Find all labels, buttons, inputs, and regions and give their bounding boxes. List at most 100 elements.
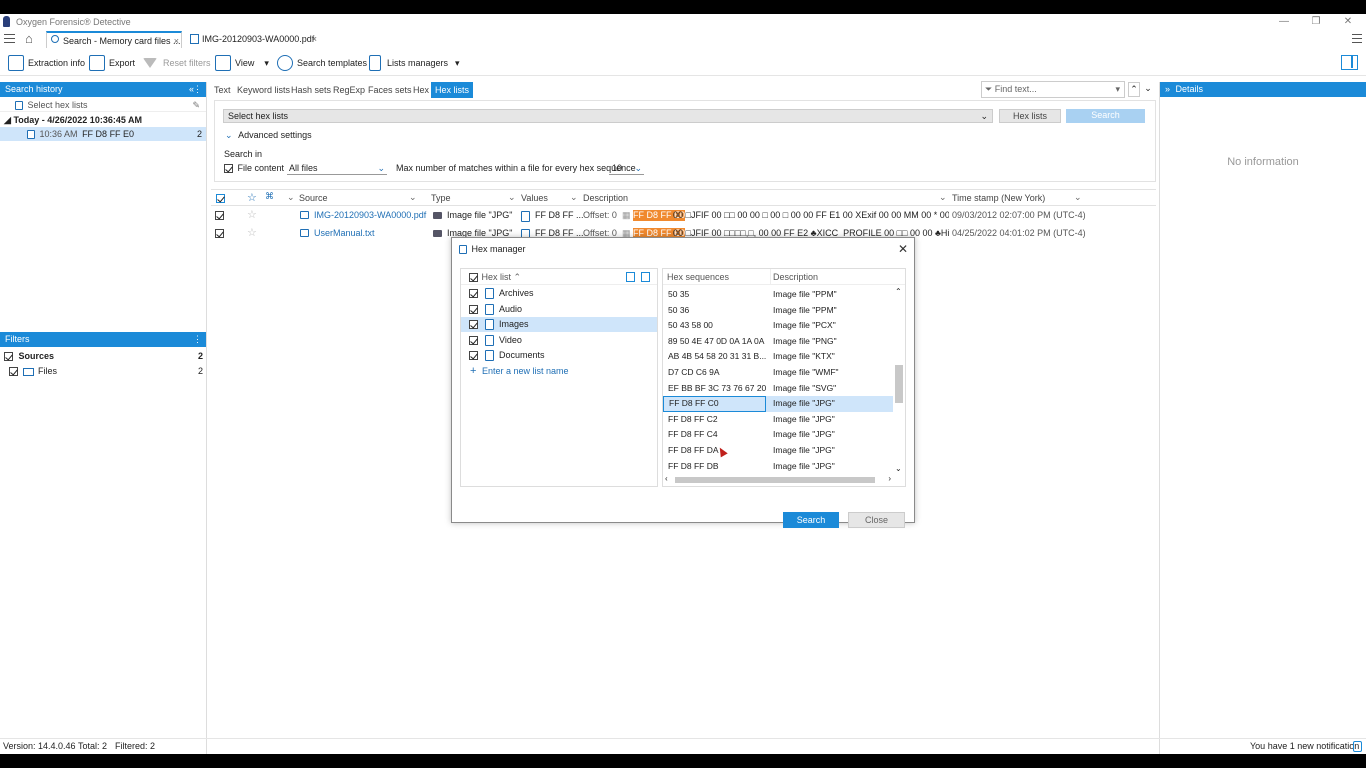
sequence-row[interactable]: D7 CD C6 9A Image file "WMF" [663, 365, 893, 381]
file-content-checkbox[interactable] [224, 164, 233, 174]
close-window-icon[interactable]: ✕ [1341, 15, 1355, 29]
reset-filters-button[interactable]: Reset filters [143, 54, 211, 72]
tab-text[interactable]: Text [214, 82, 231, 98]
list-checkbox[interactable] [469, 336, 478, 346]
list-item-video[interactable]: Video [469, 333, 659, 348]
scroll-right-icon[interactable]: › [888, 474, 891, 483]
col-timestamp[interactable]: Time stamp (New York) [952, 191, 1045, 206]
files-checkbox[interactable] [9, 367, 18, 377]
panel-layout-icon[interactable] [1341, 55, 1358, 70]
col-hex-sequences[interactable]: Hex sequences [667, 269, 729, 285]
row-checkbox[interactable] [215, 211, 224, 220]
col-seq-description[interactable]: Description [770, 269, 818, 285]
list-checkbox[interactable] [469, 289, 478, 299]
home-icon[interactable]: ⌂ [25, 32, 33, 45]
sequence-row[interactable]: AB 4B 54 58 20 31 31 B... Image file "KTX… [663, 349, 893, 365]
expand-icon[interactable]: ◢ [4, 115, 11, 125]
chevron-down-icon[interactable]: ⌄ [409, 192, 417, 203]
max-matches-dropdown[interactable]: 10 ⌄ [609, 161, 644, 175]
lists-managers-button[interactable]: Lists managers ▾ [369, 54, 460, 72]
view-button[interactable]: View ▾ [215, 54, 269, 72]
sequence-row[interactable]: FF D8 FF C4 Image file "JPG" [663, 427, 893, 443]
search-button[interactable]: Search [1066, 109, 1145, 123]
select-hex-lists-row[interactable]: Select hex lists ✎ [0, 98, 206, 112]
hex-lists-button[interactable]: Hex lists [999, 109, 1061, 123]
scroll-up-icon[interactable]: ⌃ [895, 287, 902, 296]
horizontal-scrollbar[interactable]: ‹ › [665, 474, 893, 485]
search-templates-button[interactable]: Search templates [277, 54, 367, 72]
tab-search[interactable]: Search - Memory card files ... × [46, 31, 182, 48]
list-item-archives[interactable]: Archives [469, 286, 659, 301]
tab-pdf[interactable]: IMG-20120903-WA0000.pdf × [186, 31, 321, 48]
chevron-down-icon[interactable]: ⌄ [1074, 192, 1082, 203]
sequence-row[interactable]: 89 50 4E 47 0D 0A 1A 0A Image file "PNG" [663, 334, 893, 350]
col-values[interactable]: Values [521, 191, 548, 206]
sequence-row-selected[interactable]: FF D8 FF C0 Image file "JPG" [663, 396, 893, 412]
select-hex-lists-dropdown[interactable]: Select hex lists ⌄ [223, 109, 993, 123]
close-tab-icon[interactable]: × [312, 31, 317, 47]
tab-regexp[interactable]: RegExp [333, 82, 365, 98]
list-checkbox[interactable] [469, 305, 478, 315]
col-description[interactable]: Description [583, 191, 628, 206]
scroll-left-icon[interactable]: ‹ [665, 474, 668, 483]
export-button[interactable]: Export [89, 54, 135, 72]
scroll-down-icon[interactable]: ⌄ [895, 464, 902, 473]
table-row[interactable]: ☆ IMG-20120903-WA0000.pdf Image file "JP… [211, 207, 1156, 224]
add-new-list[interactable]: + Enter a new list name [469, 364, 659, 379]
history-entry[interactable]: 10:36 AM FF D8 FF E0 2 [0, 127, 206, 141]
sources-checkbox[interactable] [4, 352, 13, 362]
find-next-icon[interactable]: ⌄ [1142, 82, 1154, 97]
sequence-row[interactable]: 50 36 Image file "PPM" [663, 303, 893, 319]
row-source[interactable]: UserManual.txt [314, 225, 375, 242]
find-prev-icon[interactable]: ⌃ [1128, 82, 1140, 97]
close-tab-icon[interactable]: × [174, 33, 179, 49]
select-all-checkbox[interactable] [216, 194, 225, 203]
more-vertical-icon[interactable]: ⋮ [193, 82, 202, 97]
more-menu-icon[interactable] [1352, 34, 1362, 43]
chevron-down-icon[interactable]: ⌄ [570, 192, 578, 203]
tab-keyword-lists[interactable]: Keyword lists [237, 82, 290, 98]
minimize-icon[interactable]: — [1277, 15, 1291, 29]
tab-hex[interactable]: Hex [413, 82, 429, 98]
star-icon[interactable]: ☆ [247, 207, 257, 224]
dialog-search-button[interactable]: Search [783, 512, 839, 528]
filter-sources[interactable]: Sources 2 [4, 349, 204, 363]
hex-list-header-label[interactable]: Hex list [482, 272, 512, 282]
import-icon[interactable] [626, 272, 635, 282]
history-group[interactable]: ◢ Today - 4/26/2022 10:36:45 AM [4, 113, 142, 127]
hex-list-select-all-checkbox[interactable] [469, 273, 478, 283]
advanced-settings-toggle[interactable]: ⌄ Advanced settings [225, 128, 312, 142]
hamburger-menu-icon[interactable] [4, 34, 15, 43]
scroll-thumb[interactable] [895, 365, 903, 403]
star-icon[interactable]: ☆ [247, 225, 257, 242]
restore-icon[interactable]: ❐ [1309, 15, 1323, 29]
sequence-row[interactable]: FF D8 FF DA Image file "JPG" [663, 443, 893, 459]
sequence-row[interactable]: EF BB BF 3C 73 76 67 20 Image file "SVG" [663, 381, 893, 397]
extraction-info-button[interactable]: Extraction info [8, 54, 85, 72]
row-source[interactable]: IMG-20120903-WA0000.pdf [314, 207, 426, 224]
tab-hex-lists[interactable]: Hex lists [431, 82, 474, 98]
tab-hash-sets[interactable]: Hash sets [291, 82, 331, 98]
list-checkbox[interactable] [469, 320, 478, 330]
list-item-images[interactable]: Images [461, 317, 657, 332]
file-content-option[interactable]: File content [224, 161, 284, 175]
list-checkbox[interactable] [469, 351, 478, 361]
filter-files[interactable]: Files 2 [9, 364, 204, 378]
sequence-row[interactable]: FF D8 FF DB Image file "JPG" [663, 459, 893, 475]
edit-icon[interactable]: ✎ [192, 98, 200, 112]
chevron-down-icon[interactable]: ▾ [1115, 82, 1120, 97]
export-list-icon[interactable] [641, 272, 650, 282]
dialog-close-button[interactable]: Close [848, 512, 905, 528]
list-item-documents[interactable]: Documents [469, 348, 659, 363]
expand-details-icon[interactable]: » [1165, 84, 1170, 94]
chevron-down-icon[interactable]: ⌄ [508, 192, 516, 203]
sequence-row[interactable]: 50 43 58 00 Image file "PCX" [663, 318, 893, 334]
sequence-row[interactable]: 50 35 Image file "PPM" [663, 287, 893, 303]
chevron-down-icon[interactable]: ⌄ [939, 192, 947, 203]
vertical-scrollbar[interactable]: ⌃ ⌄ [894, 287, 904, 473]
tag-icon[interactable]: ⌘ [265, 191, 274, 202]
scroll-thumb-horizontal[interactable] [675, 477, 875, 483]
col-source[interactable]: Source [299, 191, 328, 206]
status-notification[interactable]: You have 1 new notification [1250, 739, 1359, 754]
dialog-close-icon[interactable]: ✕ [898, 238, 908, 260]
